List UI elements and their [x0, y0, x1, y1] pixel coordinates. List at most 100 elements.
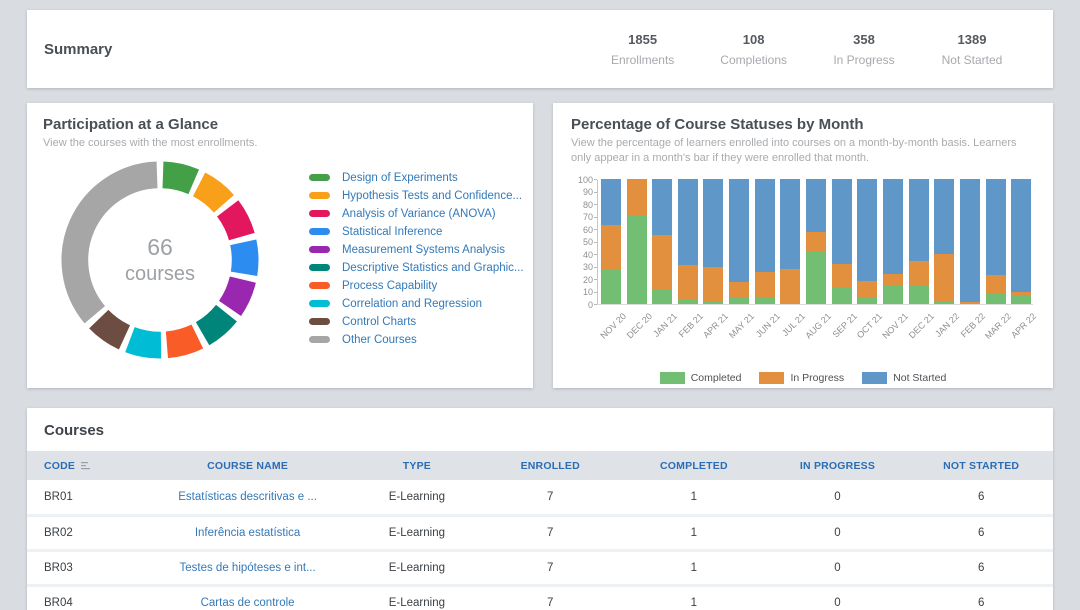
courses-card: Courses CODE COURSE NAMETYPEENROLLEDCOMP… [27, 408, 1053, 610]
bar-segment-not-started [678, 179, 698, 265]
donut-segment[interactable] [163, 175, 194, 182]
donut-legend-item[interactable]: Statistical Inference [309, 223, 524, 241]
legend-swatch-icon [309, 264, 330, 271]
table-cell: 7 [478, 480, 622, 515]
legend-swatch-icon [309, 336, 330, 343]
legend-label: Design of Experiments [342, 172, 458, 184]
column-header-type[interactable]: TYPE [355, 451, 478, 480]
bar-legend-item[interactable]: Not Started [862, 372, 946, 384]
donut-segment[interactable] [167, 336, 197, 344]
course-name-link[interactable]: Cartas de controle [140, 585, 355, 610]
table-cell: 7 [478, 515, 622, 550]
donut-legend: Design of Experiments Hypothesis Tests a… [309, 169, 524, 349]
donut-legend-item[interactable]: Process Capability [309, 277, 524, 295]
column-header-completed[interactable]: COMPLETED [622, 451, 766, 480]
table-cell: BR01 [27, 480, 140, 515]
donut-segment[interactable] [243, 242, 245, 274]
stacked-bar[interactable] [678, 179, 698, 304]
bar-segment-completed [883, 286, 903, 304]
column-header-code[interactable]: CODE [27, 451, 140, 480]
stacked-bar[interactable] [652, 179, 672, 304]
column-header-course-name[interactable]: COURSE NAME [140, 451, 355, 480]
legend-swatch-icon [309, 318, 330, 325]
bar-segment-not-started [780, 179, 800, 269]
dashboard: Summary 1855 Enrollments 108 Completions… [0, 0, 1080, 610]
table-cell: 6 [909, 550, 1053, 585]
stacked-bar[interactable] [832, 179, 852, 304]
legend-label: Analysis of Variance (ANOVA) [342, 208, 496, 220]
statuses-subtitle: View the percentage of learners enrolled… [571, 136, 1035, 166]
stacked-bar[interactable] [934, 179, 954, 304]
stat-label: Completions [720, 53, 787, 67]
column-header-not-started[interactable]: NOT STARTED [909, 451, 1053, 480]
participation-title: Participation at a Glance [43, 116, 517, 133]
donut-segment[interactable] [199, 184, 224, 203]
bar-segment-not-started [986, 179, 1006, 275]
column-header-enrolled[interactable]: ENROLLED [478, 451, 622, 480]
legend-swatch-icon [309, 246, 330, 253]
stacked-bar[interactable] [806, 179, 826, 304]
stacked-bar[interactable] [703, 179, 723, 304]
donut-segment[interactable] [75, 175, 157, 315]
donut-segment[interactable] [203, 313, 227, 334]
table-cell: 1 [622, 515, 766, 550]
bar-segment-completed [832, 287, 852, 303]
table-cell: BR04 [27, 585, 140, 610]
stacked-bar[interactable] [780, 179, 800, 304]
table-cell: 6 [909, 515, 1053, 550]
table-cell: BR02 [27, 515, 140, 550]
stacked-bar[interactable] [960, 179, 980, 304]
donut-legend-item[interactable]: Descriptive Statistics and Graphic... [309, 259, 524, 277]
column-header-in-progress[interactable]: IN PROGRESS [766, 451, 910, 480]
stacked-bar[interactable] [909, 179, 929, 304]
donut-legend-item[interactable]: Correlation and Regression [309, 295, 524, 313]
stacked-bar[interactable] [601, 179, 621, 304]
bar-segment-in-progress [832, 264, 852, 288]
donut-segment[interactable] [130, 340, 161, 345]
course-name-link[interactable]: Inferência estatística [140, 515, 355, 550]
donut-legend-item[interactable]: Design of Experiments [309, 169, 524, 187]
donut-segment[interactable] [230, 279, 243, 308]
bar-segment-not-started [729, 179, 749, 283]
bar-legend-item[interactable]: Completed [660, 372, 742, 384]
stacked-bar[interactable] [627, 179, 647, 304]
bar-segment-in-progress [729, 282, 749, 297]
stat-label: In Progress [833, 53, 895, 67]
donut-segment[interactable] [99, 319, 125, 337]
stat-label: Not Started [941, 53, 1003, 67]
y-tick: 60 [583, 225, 597, 235]
table-cell: 7 [478, 550, 622, 585]
table-row: BR04Cartas de controleE-Learning7106 [27, 585, 1053, 610]
bar-segment-completed [806, 252, 826, 303]
stacked-bar[interactable] [729, 179, 749, 304]
bar-segment-completed [986, 294, 1006, 304]
table-cell: 7 [478, 585, 622, 610]
y-tick: 10 [583, 287, 597, 297]
donut-legend-item[interactable]: Control Charts [309, 313, 524, 331]
donut-segment[interactable] [228, 208, 242, 236]
bar-legend-item[interactable]: In Progress [759, 372, 844, 384]
bar-segment-in-progress [652, 235, 672, 290]
bar-segment-in-progress [857, 281, 877, 297]
stacked-bar[interactable] [883, 179, 903, 304]
table-cell: 0 [766, 515, 910, 550]
bar-segment-completed [729, 297, 749, 303]
stacked-bar[interactable] [857, 179, 877, 304]
bar-segment-not-started [703, 179, 723, 268]
donut-legend-item[interactable]: Other Courses [309, 331, 524, 349]
donut-legend-item[interactable]: Analysis of Variance (ANOVA) [309, 205, 524, 223]
course-name-link[interactable]: Testes de hipóteses e int... [140, 550, 355, 585]
legend-label: Statistical Inference [342, 226, 442, 238]
course-name-link[interactable]: Estatísticas descritivas e ... [140, 480, 355, 515]
statuses-title: Percentage of Course Statuses by Month [571, 116, 1035, 133]
legend-label: Completed [691, 372, 742, 384]
legend-label: Descriptive Statistics and Graphic... [342, 262, 524, 274]
donut-legend-item[interactable]: Hypothesis Tests and Confidence... [309, 187, 524, 205]
stat-value: 358 [833, 32, 895, 47]
stacked-bar[interactable] [1011, 179, 1031, 304]
stacked-bar[interactable] [755, 179, 775, 304]
bar-segment-not-started [934, 179, 954, 254]
bar-segment-completed [934, 301, 954, 304]
stacked-bar[interactable] [986, 179, 1006, 304]
donut-legend-item[interactable]: Measurement Systems Analysis [309, 241, 524, 259]
